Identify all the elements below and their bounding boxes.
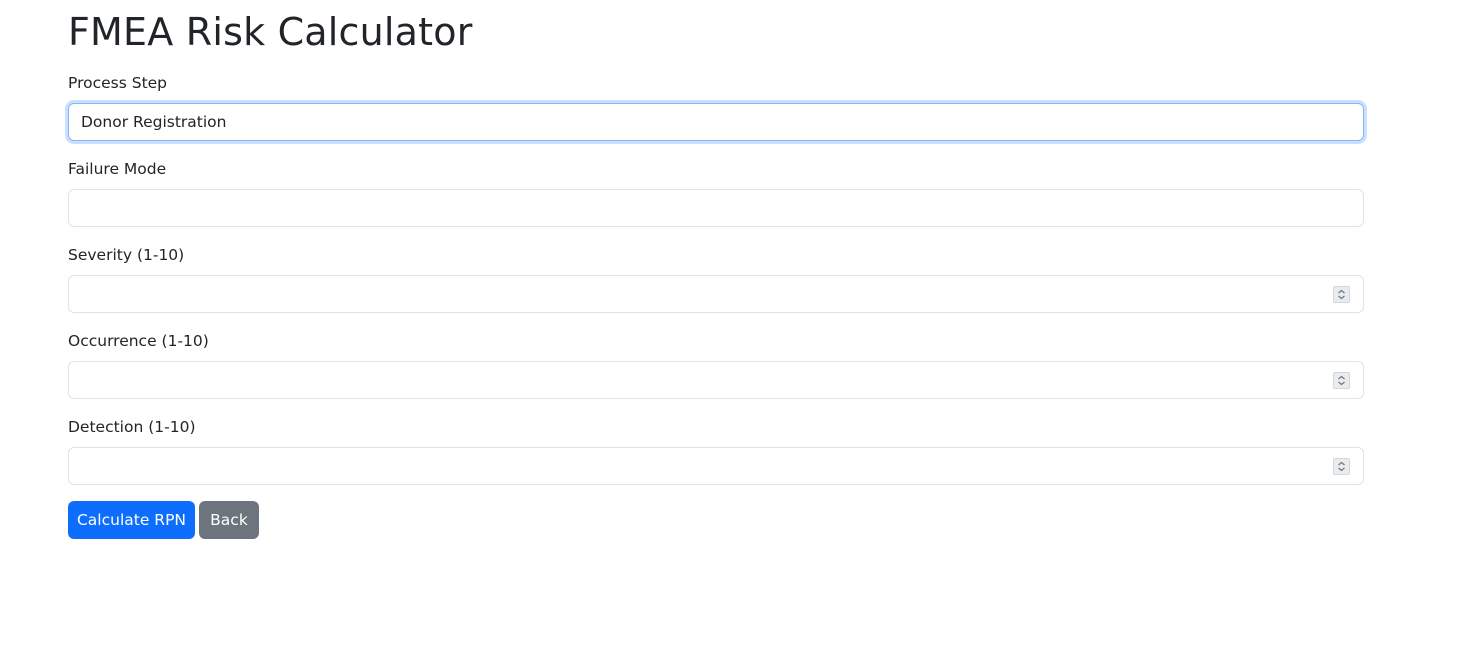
detection-label: Detection (1-10) [68,418,196,436]
number-spinner-icon[interactable] [1333,372,1350,389]
back-button[interactable]: Back [199,501,259,539]
failure-mode-input[interactable] [68,189,1364,227]
page-title: FMEA Risk Calculator [68,10,473,54]
occurrence-input[interactable] [68,361,1364,399]
calculate-rpn-button[interactable]: Calculate RPN [68,501,195,539]
failure-mode-label: Failure Mode [68,160,167,178]
occurrence-label: Occurrence (1-10) [68,332,209,350]
process-step-input[interactable]: Donor Registration [68,103,1364,141]
severity-label: Severity (1-10) [68,246,185,264]
detection-input[interactable] [68,447,1364,485]
number-spinner-icon[interactable] [1333,458,1350,475]
severity-input[interactable] [68,275,1364,313]
process-step-label: Process Step [68,74,168,92]
number-spinner-icon[interactable] [1333,286,1350,303]
